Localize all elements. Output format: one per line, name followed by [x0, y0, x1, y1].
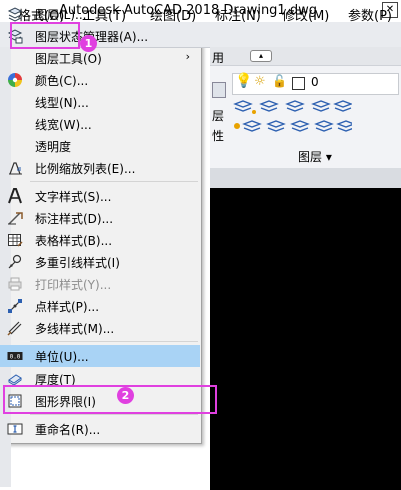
text-style-icon: [8, 188, 22, 204]
menu-modify[interactable]: 修改(M): [282, 5, 329, 24]
color-wheel-icon: [8, 73, 22, 87]
ribbon-tab-strip: [210, 47, 401, 66]
menu-item-label: 重命名(R)...: [35, 423, 101, 437]
menu-item-layer-tools[interactable]: 图层工具(O) ›: [0, 47, 200, 69]
layer-tools-icons: [233, 100, 352, 132]
layers-icon: [7, 7, 23, 22]
annotation-badge: 1: [80, 35, 97, 52]
menu-item-mleader-style[interactable]: 多重引线样式(I): [0, 251, 200, 273]
menu-item-label: 单位(U)...: [35, 350, 89, 364]
menu-item-label: 图层(L)...: [35, 8, 87, 22]
format-menu: 图层(L)... 图层状态管理器(A)... 图层工具(O) › 颜色(C)..…: [0, 0, 202, 444]
menu-parametric[interactable]: 参数(P): [348, 5, 392, 24]
menu-item-label: 点样式(P)...: [35, 300, 100, 314]
menu-item-dim-style[interactable]: 标注样式(D)...: [0, 207, 200, 229]
menu-item-mline-style[interactable]: 多线样式(M)...: [0, 317, 200, 339]
ribbon-tab-fragment[interactable]: 用: [212, 49, 224, 66]
mline-style-icon: [7, 321, 22, 336]
color-swatch: [292, 77, 305, 90]
menu-item-transparency[interactable]: 透明度: [0, 135, 200, 157]
menu-item-color[interactable]: 颜色(C)...: [0, 69, 200, 91]
bulb-icon: 💡: [235, 73, 253, 89]
ribbon-side-label: 性: [212, 129, 225, 143]
menu-item-units[interactable]: 0.0 单位(U)...: [0, 345, 200, 367]
annotation-badge: 2: [117, 387, 134, 404]
menu-item-label: 标注样式(D)...: [35, 212, 114, 226]
menu-dimension[interactable]: 标注(N): [215, 5, 261, 24]
mleader-style-icon: [8, 254, 22, 269]
menu-item-table-style[interactable]: 表格样式(B)...: [0, 229, 200, 251]
unlock-icon: 🔓: [272, 74, 287, 88]
ribbon-side-label: 层: [212, 109, 225, 123]
ribbon-footer: [210, 168, 401, 188]
menu-item-label: 比例缩放列表(E)...: [35, 162, 136, 176]
menu-item-label: 多重引线样式(I): [35, 256, 120, 270]
menu-item-label: 线型(N)...: [35, 96, 89, 110]
print-style-icon: [8, 277, 22, 291]
highlight-box-format-menu: [10, 22, 80, 49]
ribbon-toggle-icon[interactable]: ▴: [250, 50, 272, 62]
menu-separator: [30, 414, 198, 415]
menu-item-lineweight[interactable]: 线宽(W)...: [0, 113, 200, 135]
menu-item-label: 文字样式(S)...: [35, 190, 112, 204]
svg-text:0.0: 0.0: [10, 354, 21, 361]
layer-props-icon[interactable]: [212, 82, 226, 98]
units-icon: 0.0: [7, 352, 23, 361]
menu-item-text-style[interactable]: 文字样式(S)...: [0, 185, 200, 207]
menu-item-label: 图层工具(O): [35, 52, 102, 66]
layer-name: 0: [311, 75, 319, 89]
menu-separator: [30, 341, 198, 342]
menu-separator: [30, 181, 198, 182]
menu-item-point-style[interactable]: 点样式(P)...: [0, 295, 200, 317]
menu-item-print-style[interactable]: 打印样式(Y)...: [0, 273, 200, 295]
menu-item-label: 线宽(W)...: [35, 118, 92, 132]
menu-item-label: 颜色(C)...: [35, 74, 89, 88]
menu-item-label: 表格样式(B)...: [35, 234, 113, 248]
menu-item-label: 多线样式(M)...: [35, 322, 115, 336]
sun-icon: ☼: [254, 74, 266, 89]
scale-list-icon: [9, 162, 22, 175]
table-style-icon: [8, 234, 23, 247]
dim-style-icon: [8, 212, 23, 225]
menu-item-linetype[interactable]: 线型(N)...: [0, 91, 200, 113]
rename-icon: [7, 423, 23, 435]
submenu-arrow-icon: ›: [185, 50, 190, 63]
menu-item-scale-list[interactable]: 比例缩放列表(E)...: [0, 157, 200, 179]
menu-item-label: 透明度: [35, 140, 72, 154]
menu-item-label: 打印样式(Y)...: [35, 278, 112, 292]
highlight-box-units-item: [3, 385, 217, 414]
menu-item-rename[interactable]: 重命名(R)...: [0, 418, 200, 440]
point-style-icon: [8, 299, 22, 313]
layer-panel-label[interactable]: 图层 ▾: [298, 148, 332, 165]
drawing-canvas[interactable]: [210, 188, 401, 490]
